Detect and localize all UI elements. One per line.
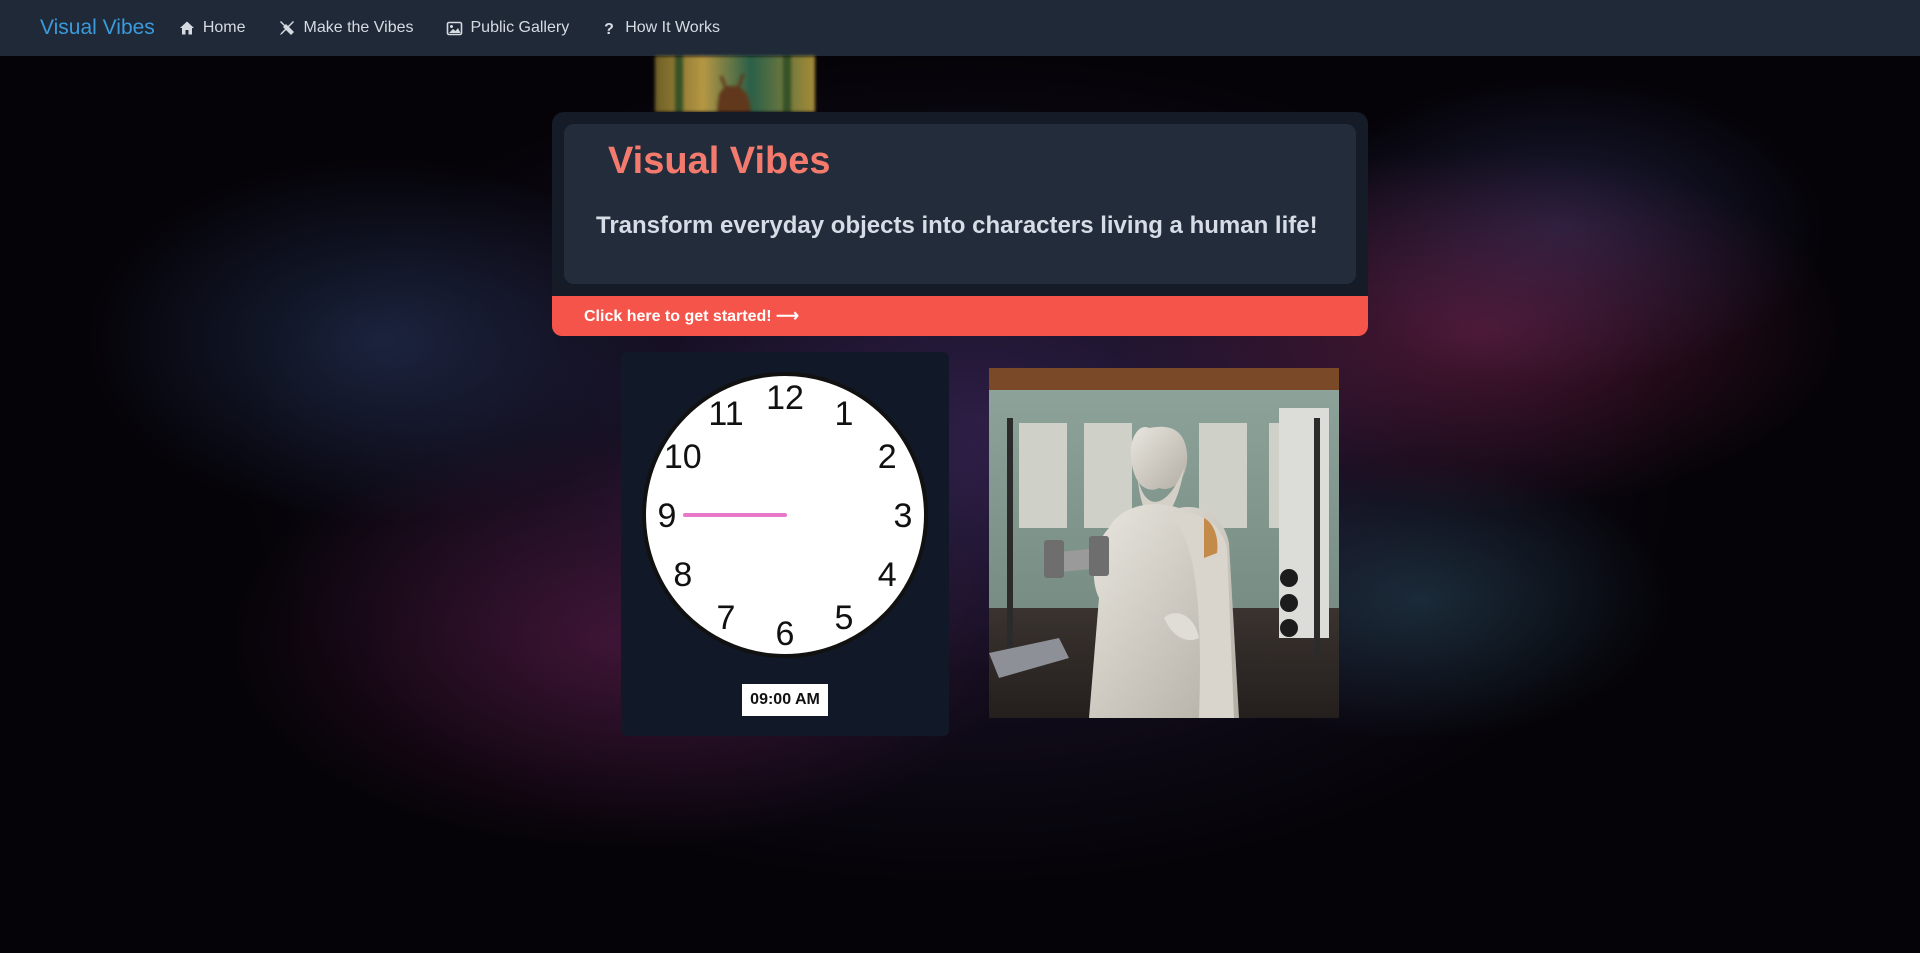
svg-text:?: ?: [604, 21, 614, 36]
marble-statue-gym-image[interactable]: [989, 368, 1339, 718]
clock-number: 7: [717, 599, 736, 637]
time-readout: 09:00 AM: [742, 684, 828, 716]
clock-number: 6: [776, 615, 795, 653]
question-icon: ?: [604, 21, 614, 36]
hero-title: Visual Vibes: [608, 140, 831, 182]
nav-make-the-vibes[interactable]: Make the Vibes: [278, 19, 414, 37]
clock-number: 8: [673, 556, 692, 594]
page-background: Visual Vibes Home Make the Vibes Public …: [0, 0, 1920, 953]
clock-number: 11: [708, 395, 743, 433]
nav-public-gallery-label: Public Gallery: [470, 19, 570, 36]
clock-number: 2: [878, 438, 897, 476]
clock-number: 12: [766, 379, 804, 417]
clock-number: 5: [835, 599, 854, 637]
nav-how-it-works[interactable]: ? How It Works: [601, 19, 720, 37]
analog-clock: 12 12 3 45 6 78 9 1011: [642, 372, 928, 658]
nav-make-the-vibes-label: Make the Vibes: [303, 19, 414, 36]
nav-home-label: Home: [202, 19, 246, 36]
nav-how-it-works-label: How It Works: [625, 19, 721, 36]
image-icon: [446, 21, 462, 35]
clock-number: 3: [894, 497, 913, 535]
get-started-button[interactable]: Click here to get started! ⟶: [552, 296, 1368, 336]
clock-number: 4: [878, 556, 897, 594]
nav-home[interactable]: Home: [179, 19, 246, 37]
clock-number: 10: [664, 438, 702, 476]
hero-subtitle: Transform everyday objects into characte…: [596, 212, 1318, 239]
clock-number: 9: [658, 497, 677, 535]
statue-image: [989, 368, 1339, 718]
brand-link[interactable]: Visual Vibes: [40, 16, 155, 40]
navbar: Visual Vibes Home Make the Vibes Public …: [0, 0, 1920, 56]
forest-deer-thumbnail[interactable]: [655, 56, 815, 112]
tools-icon: [279, 21, 294, 35]
deer-image: [675, 56, 791, 112]
clock-number: 1: [835, 395, 854, 433]
nav-public-gallery[interactable]: Public Gallery: [446, 19, 570, 37]
home-icon: [179, 21, 194, 35]
